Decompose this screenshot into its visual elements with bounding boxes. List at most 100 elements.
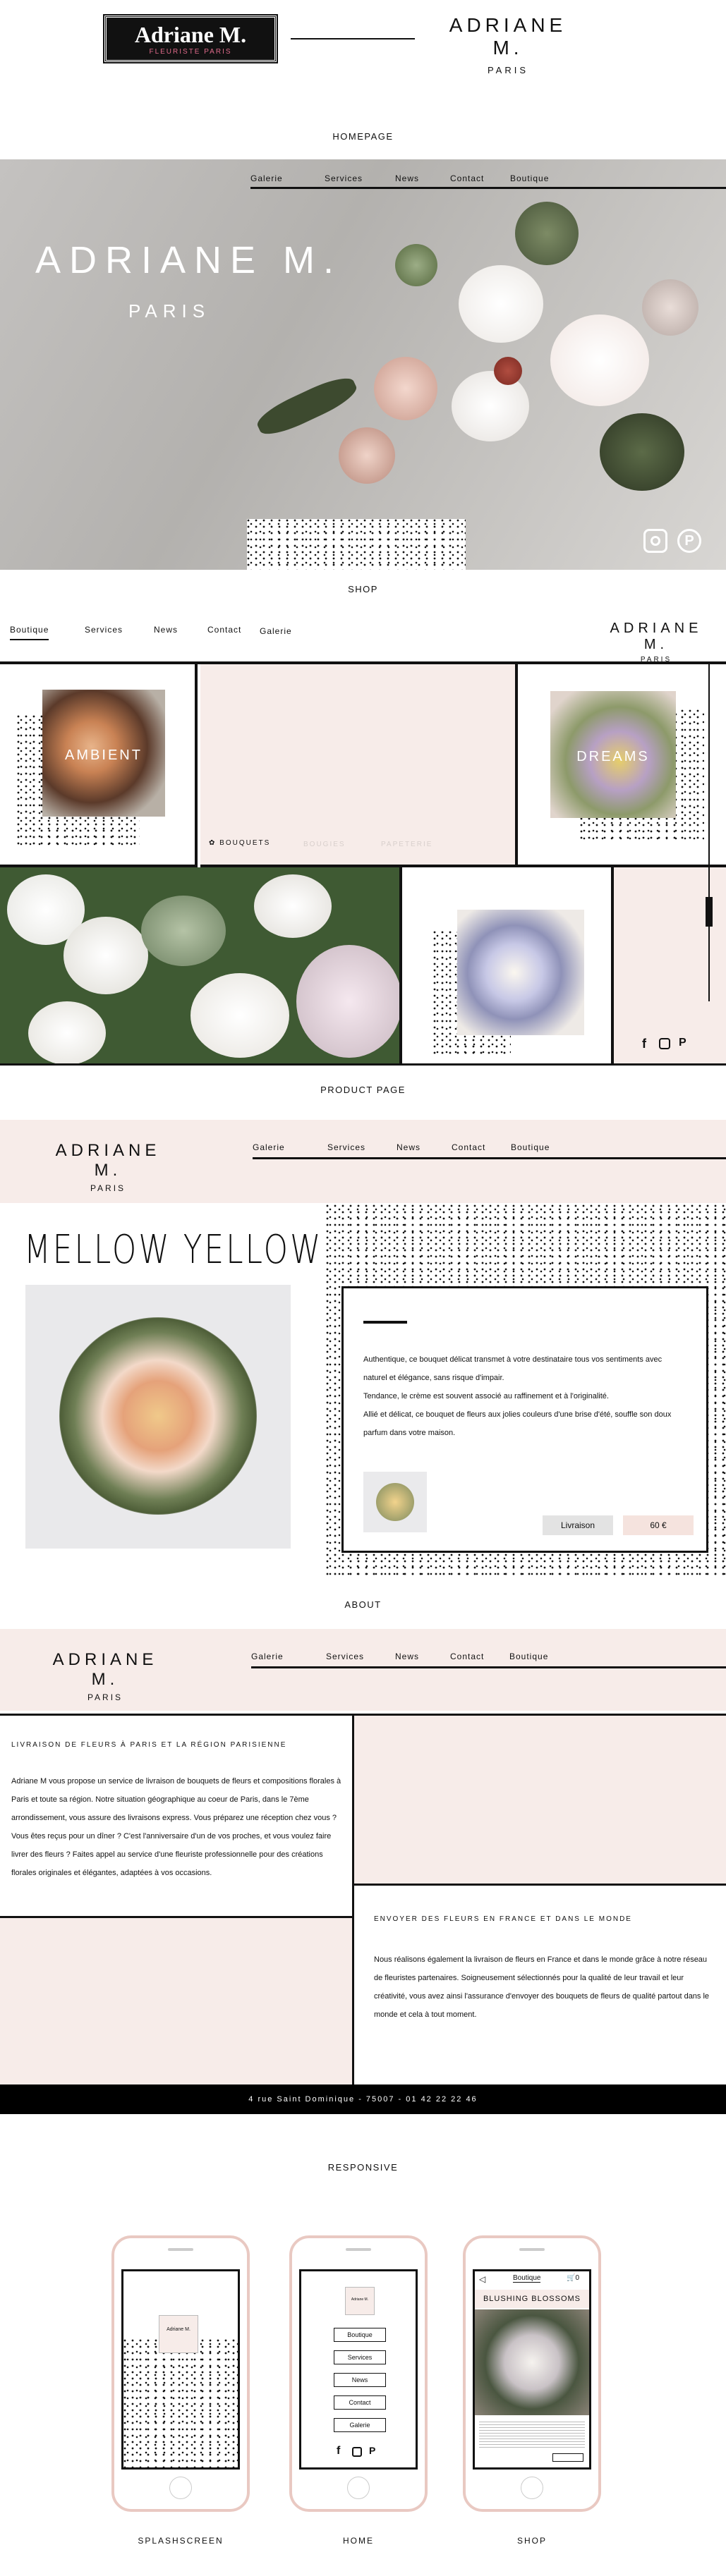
about-block-2: ENVOYER DES FLEURS EN FRANCE ET DANS LE … xyxy=(354,1886,726,2084)
nav-news[interactable]: News xyxy=(395,1652,419,1661)
caption-splashscreen: SPLASHSCREEN xyxy=(138,2536,224,2546)
scrollbar-thumb[interactable] xyxy=(706,897,713,927)
shop-nav-news[interactable]: News xyxy=(154,625,178,635)
hero-title: ADRIANE M. xyxy=(35,239,343,281)
logo-right-main: ADRIANE M. xyxy=(449,14,567,59)
cart-icon[interactable]: 🛒0 xyxy=(567,2274,579,2282)
shop-nav-services[interactable]: Services xyxy=(85,625,123,635)
nav-contact[interactable]: Contact xyxy=(450,1652,484,1661)
home-button[interactable] xyxy=(347,2477,370,2499)
pinterest-icon[interactable]: P xyxy=(679,1037,686,1049)
nav-news[interactable]: News xyxy=(395,173,419,183)
hero-pattern xyxy=(247,519,466,570)
phone-splashscreen: Adriane M. xyxy=(111,2235,250,2512)
about-heading-1: LIVRAISON DE FLEURS À PARIS ET LA RÉGION… xyxy=(11,1741,287,1749)
divider-line xyxy=(291,38,415,39)
logo-right-sub: PARIS xyxy=(487,65,529,75)
product-desc-2: Tendance, le crème est souvent associé a… xyxy=(363,1392,609,1400)
product-logo-main: ADRIANE M. xyxy=(55,1141,161,1180)
category-bouquets-label: BOUQUETS xyxy=(219,839,271,847)
scrollbar-track[interactable] xyxy=(708,663,710,1001)
product-nav: Galerie Services News Contact Boutique xyxy=(253,1142,726,1159)
section-label-responsive: RESPONSIVE xyxy=(327,2162,399,2173)
about-block-pink-bottom xyxy=(0,1918,354,2084)
nav-news[interactable]: News xyxy=(397,1142,421,1152)
shop-logo: ADRIANE M. PARIS xyxy=(607,621,706,664)
category-bougies[interactable]: BOUGIES xyxy=(303,841,346,848)
phone-menu-galerie[interactable]: Galerie xyxy=(334,2418,386,2432)
phone-shop-image xyxy=(475,2309,589,2415)
home-logo: Adriane M. xyxy=(345,2287,375,2315)
phone-shop-title: BLUSHING BLOSSOMS xyxy=(475,2290,589,2308)
instagram-icon[interactable] xyxy=(352,2447,362,2457)
phone-menu-contact[interactable]: Contact xyxy=(334,2395,386,2410)
nav-boutique[interactable]: Boutique xyxy=(511,1142,550,1152)
phone-screen: Adriane M. xyxy=(121,2269,240,2470)
section-label-about: ABOUT xyxy=(344,1599,382,1610)
pinterest-icon[interactable]: P xyxy=(369,2445,375,2456)
product-info-accent xyxy=(363,1321,407,1324)
phone-speaker xyxy=(346,2248,371,2251)
product-image xyxy=(25,1285,291,1549)
back-arrow-icon[interactable]: ◁ xyxy=(479,2274,485,2284)
logo-left-sub: FLEURISTE PARIS xyxy=(149,48,232,56)
splash-pattern xyxy=(123,2339,238,2467)
shop-nav-galerie[interactable]: Galerie xyxy=(260,626,292,636)
about-para-1: Adriane M vous propose un service de liv… xyxy=(11,1777,341,1877)
nav-services[interactable]: Services xyxy=(327,1142,365,1152)
price-button[interactable]: 60 € xyxy=(623,1515,694,1535)
logo-left-main: Adriane M. xyxy=(134,22,247,47)
facebook-icon[interactable]: f xyxy=(337,2445,340,2458)
nav-contact[interactable]: Contact xyxy=(452,1142,485,1152)
phone-shop-text xyxy=(479,2419,585,2448)
shop-tile-dreams[interactable]: DREAMS xyxy=(515,661,726,867)
product-info-card: Authentique, ce bouquet délicat transmet… xyxy=(341,1286,708,1553)
nav-services[interactable]: Services xyxy=(326,1652,364,1661)
nav-galerie[interactable]: Galerie xyxy=(250,173,283,183)
phone-screen: ◁ Boutique 🛒0 BLUSHING BLOSSOMS xyxy=(473,2269,591,2470)
phone-menu-services[interactable]: Services xyxy=(334,2350,386,2364)
phone-menu-boutique[interactable]: Boutique xyxy=(334,2328,386,2342)
facebook-icon[interactable]: f xyxy=(642,1037,646,1051)
shop-tile-categories: ✿ BOUQUETS BOUGIES PAPETERIE xyxy=(200,664,515,867)
nav-services[interactable]: Services xyxy=(325,173,363,183)
product-title: MELLOW YELLOW xyxy=(24,1227,323,1273)
nav-boutique[interactable]: Boutique xyxy=(509,1652,548,1661)
product-header: ADRIANE M. PARIS Galerie Services News C… xyxy=(0,1120,726,1203)
phone-home: Adriane M. Boutique Services News Contac… xyxy=(289,2235,428,2512)
phone-menu-news[interactable]: News xyxy=(334,2373,386,2387)
about-nav: Galerie Services News Contact Boutique xyxy=(251,1652,726,1668)
pinterest-icon[interactable]: P xyxy=(677,529,701,553)
splash-logo: Adriane M. xyxy=(159,2315,198,2353)
nav-contact[interactable]: Contact xyxy=(450,173,484,183)
about-header: ADRIANE M. PARIS Galerie Services News C… xyxy=(0,1629,726,1711)
shop-tile-flowers-large[interactable] xyxy=(0,867,402,1065)
instagram-icon[interactable] xyxy=(659,1038,670,1049)
caption-shop: SHOP xyxy=(516,2536,547,2546)
section-label-shop: SHOP xyxy=(348,584,378,594)
shop-tile-lavender[interactable] xyxy=(405,867,614,1065)
phone-speaker xyxy=(168,2248,193,2251)
product-logo-sub: PARIS xyxy=(90,1183,126,1193)
hero-flowers xyxy=(162,159,726,570)
shop-tile-ambient[interactable]: AMBIENT xyxy=(0,664,198,867)
about-logo-main: ADRIANE M. xyxy=(52,1650,158,1689)
shop-nav-boutique[interactable]: Boutique xyxy=(10,625,49,640)
product-thumbnail[interactable] xyxy=(363,1472,427,1532)
phone-shop-button[interactable] xyxy=(552,2453,583,2462)
nav-galerie[interactable]: Galerie xyxy=(253,1142,285,1152)
delivery-button[interactable]: Livraison xyxy=(543,1515,613,1535)
phone-shop-tab[interactable]: Boutique xyxy=(513,2274,541,2283)
nav-galerie[interactable]: Galerie xyxy=(251,1652,284,1661)
category-papeterie[interactable]: PAPETERIE xyxy=(381,841,432,848)
instagram-icon[interactable] xyxy=(643,529,667,553)
about-logo-sub: PARIS xyxy=(87,1692,123,1702)
shop-nav-contact[interactable]: Contact xyxy=(207,625,241,635)
about-logo: ADRIANE M. PARIS xyxy=(45,1650,165,1702)
nav-boutique[interactable]: Boutique xyxy=(510,173,549,183)
product-desc-3: Allié et délicat, ce bouquet de fleurs a… xyxy=(363,1410,672,1437)
home-button[interactable] xyxy=(169,2477,192,2499)
category-bouquets[interactable]: ✿ BOUQUETS xyxy=(209,839,270,847)
footer-bar: 4 rue Saint Dominique - 75007 - 01 42 22… xyxy=(0,2084,726,2114)
home-button[interactable] xyxy=(521,2477,543,2499)
